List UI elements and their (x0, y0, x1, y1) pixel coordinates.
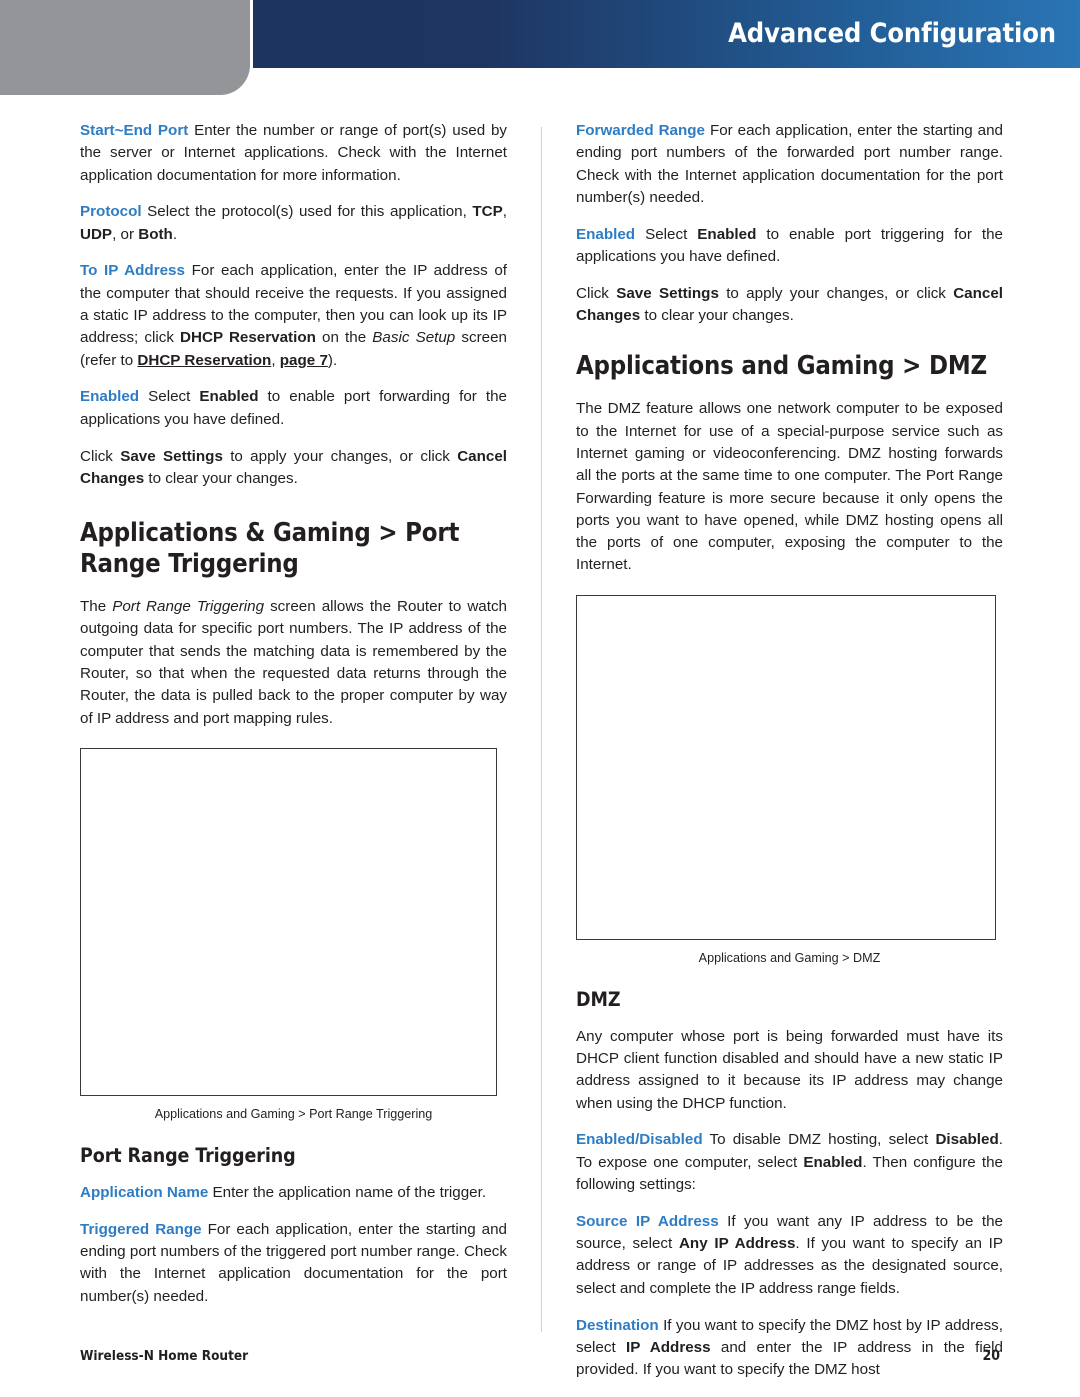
bold-save-settings-right: Save Settings (616, 284, 719, 302)
term-enabled-right: Enabled (576, 225, 636, 243)
term-source-ip-address: Source IP Address (576, 1212, 719, 1230)
italic-basic-setup: Basic Setup (372, 329, 456, 347)
paragraph-enabled: Enabled Select Enabled to enable port fo… (80, 386, 507, 431)
left-column: Start~End Port Enter the number or range… (80, 120, 507, 1308)
text-application-name: Enter the application name of the trigge… (208, 1183, 487, 1201)
figure-dmz: Applications and Gaming > DMZ (576, 594, 1003, 966)
subheading-dmz: DMZ (576, 987, 621, 1011)
text-to-ip-e: ). (327, 351, 338, 369)
paragraph-enabled-disabled: Enabled/Disabled To disable DMZ hosting,… (576, 1129, 1003, 1196)
bold-enabled-right: Enabled (697, 225, 757, 243)
bold-tcp: TCP (472, 203, 503, 221)
heading-port-range-triggering: Applications & Gaming > Port Range Trigg… (80, 518, 460, 580)
bold-both: Both (138, 225, 173, 243)
footer-page-number: 20 (982, 1348, 1000, 1364)
text-protocol-a: Select the protocol(s) used for this app… (141, 203, 473, 221)
bold-enabled: Enabled (199, 388, 259, 406)
text-ed-a: To disable DMZ hosting, select (702, 1131, 936, 1149)
figure-image-dmz (576, 594, 996, 940)
term-protocol: Protocol (80, 203, 142, 221)
term-to-ip-address: To IP Address (80, 262, 185, 280)
text-protocol-c: , or (112, 225, 139, 243)
bold-save-settings: Save Settings (120, 447, 223, 465)
paragraph-triggered-range: Triggered Range For each application, en… (80, 1219, 507, 1308)
bold-udp: UDP (80, 225, 113, 243)
text-save-c: to clear your changes. (144, 469, 298, 487)
term-triggered-range: Triggered Range (80, 1220, 202, 1238)
paragraph-dmz-intro: The DMZ feature allows one network compu… (576, 400, 1003, 574)
term-destination: Destination (576, 1316, 659, 1334)
figure-image-port-range-triggering (80, 747, 497, 1096)
paragraph-to-ip-address: To IP Address For each application, ente… (80, 260, 507, 371)
bold-enabled-2: Enabled (803, 1153, 863, 1171)
term-forwarded-range: Forwarded Range (576, 122, 705, 139)
column-divider (541, 127, 542, 1332)
paragraph-source-ip-address: Source IP Address If you want any IP add… (576, 1211, 1003, 1300)
paragraph-port-range-triggering-intro: The Port Range Triggering screen allows … (80, 596, 507, 730)
paragraph-save-settings: Click Save Settings to apply your change… (80, 446, 507, 491)
paragraph-start-end-port: Start~End Port Enter the number or range… (80, 120, 507, 187)
figure-port-range-triggering: Applications and Gaming > Port Range Tri… (80, 747, 507, 1122)
text-save-b: to apply your changes, or click (222, 447, 458, 465)
page-header-band: Advanced Configuration (253, 0, 1080, 68)
text-save-right-b: to apply your changes, or click (718, 284, 954, 302)
text-save-right-a: Click (576, 284, 617, 302)
link-page-7[interactable]: page 7 (280, 352, 328, 369)
page-header-title: Advanced Configuration (728, 17, 1056, 49)
right-column: Forwarded Range For each application, en… (576, 120, 1003, 1381)
paragraph-enabled-right: Enabled Select Enabled to enable port tr… (576, 224, 1003, 269)
text-to-ip-d: , (271, 351, 280, 369)
italic-port-range-triggering: Port Range Triggering (112, 598, 265, 616)
term-start-end-port: Start~End Port (80, 122, 189, 139)
page-footer: Wireless-N Home Router 20 (80, 1348, 1000, 1368)
text-prt-b: screen allows the Router to watch outgoi… (80, 598, 507, 727)
bold-dhcp-reservation: DHCP Reservation (180, 329, 316, 347)
text-save-right-c: to clear your changes. (640, 307, 794, 325)
paragraph-protocol: Protocol Select the protocol(s) used for… (80, 201, 507, 246)
footer-product-name: Wireless-N Home Router (80, 1348, 249, 1364)
heading-dmz: Applications and Gaming > DMZ (576, 351, 987, 382)
bold-any-ip-address: Any IP Address (678, 1235, 796, 1253)
term-application-name: Application Name (80, 1183, 209, 1201)
text-protocol-d: . (172, 225, 178, 243)
figure-caption-port-range-triggering: Applications and Gaming > Port Range Tri… (154, 1106, 433, 1121)
figure-caption-dmz: Applications and Gaming > DMZ (698, 950, 881, 965)
term-enabled-disabled: Enabled/Disabled (576, 1131, 703, 1149)
paragraph-application-name: Application Name Enter the application n… (80, 1182, 507, 1204)
subheading-port-range-triggering: Port Range Triggering (80, 1143, 296, 1167)
bold-disabled: Disabled (935, 1131, 999, 1149)
header-gray-block (0, 0, 250, 95)
text-to-ip-b: on the (315, 329, 373, 347)
text-prt-a: The (80, 598, 113, 616)
paragraph-forwarded-range: Forwarded Range For each application, en… (576, 120, 1003, 209)
document-page: Advanced Configuration Start~End Port En… (0, 0, 1080, 1397)
text-save-a: Click (80, 447, 121, 465)
text-enabled-right-a: Select (635, 225, 698, 243)
paragraph-dmz-body: Any computer whose port is being forward… (576, 1027, 1003, 1112)
text-enabled-a: Select (139, 388, 200, 406)
term-enabled: Enabled (80, 388, 140, 406)
paragraph-save-settings-right: Click Save Settings to apply your change… (576, 283, 1003, 328)
text-protocol-b: , (502, 203, 507, 221)
link-dhcp-reservation[interactable]: DHCP Reservation (137, 352, 271, 369)
